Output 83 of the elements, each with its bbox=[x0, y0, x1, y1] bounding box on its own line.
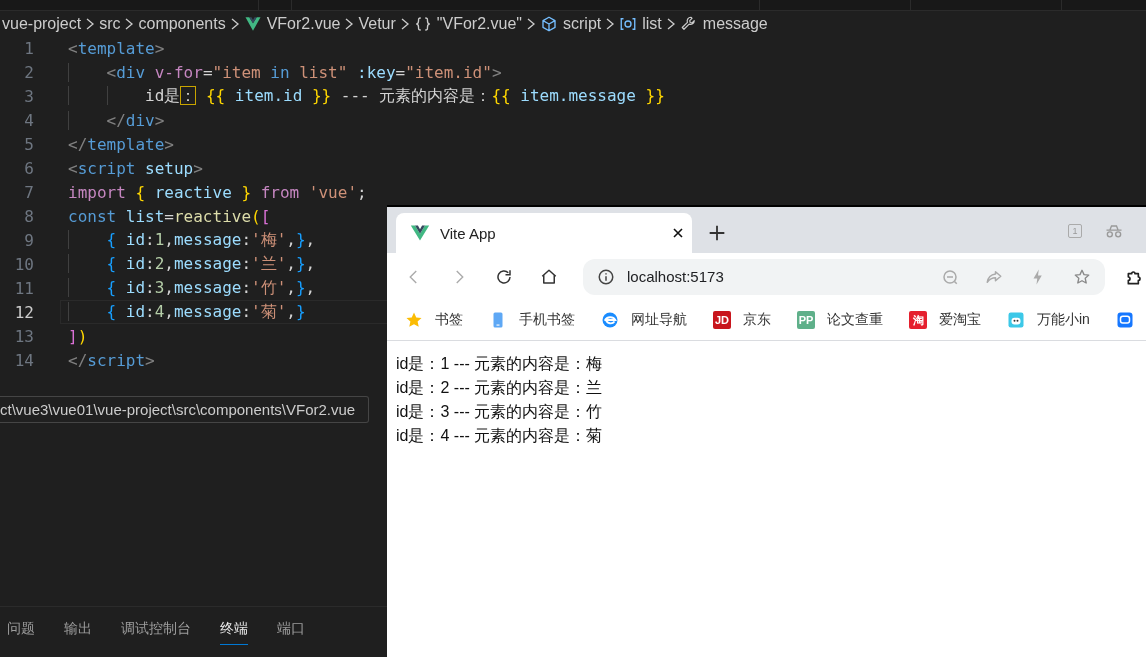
line-number: 6 bbox=[23, 158, 34, 178]
bookmark-logo: JD bbox=[713, 311, 731, 329]
star-icon bbox=[405, 311, 423, 329]
code-line: <template> bbox=[68, 38, 165, 58]
breadcrumb-item[interactable]: components bbox=[138, 14, 226, 33]
home-icon[interactable] bbox=[540, 267, 558, 286]
line-number: 2 bbox=[23, 62, 34, 82]
code-line: { id:3,message:'竹',}, bbox=[68, 277, 316, 299]
bookmark-link[interactable]: 论文查重 bbox=[827, 311, 883, 329]
code-line: </template> bbox=[68, 134, 174, 154]
line-number: 14 bbox=[13, 350, 34, 370]
bookmark-logo: PP bbox=[797, 311, 815, 329]
line-number: 10 bbox=[13, 254, 34, 274]
page-text: id是：3 --- 元素的内容是：竹 bbox=[396, 402, 604, 422]
panel-tab[interactable]: 调试控制台 bbox=[121, 607, 191, 645]
vue-logo-icon bbox=[243, 14, 262, 33]
chevron-icon bbox=[124, 17, 135, 30]
code-line: <script setup> bbox=[68, 158, 203, 178]
page-text: id是：2 --- 元素的内容是：兰 bbox=[396, 378, 604, 398]
page-text: id是：4 --- 元素的内容是：菊 bbox=[396, 426, 604, 446]
bookmark-link[interactable]: 手机书签 bbox=[519, 311, 575, 329]
line-number: 5 bbox=[23, 134, 34, 154]
line-number: 13 bbox=[13, 326, 34, 346]
cube-icon bbox=[540, 14, 558, 33]
code-line: id是： {{ item.id }} --- 元素的内容是：{{ item.message }} bbox=[68, 85, 665, 107]
zoom-out-icon[interactable] bbox=[941, 267, 959, 286]
browser-tab[interactable]: Vite App bbox=[396, 213, 692, 253]
bookmark-link[interactable]: 万能小in bbox=[1037, 311, 1090, 329]
code-line: </div> bbox=[68, 110, 165, 130]
code-line: { id:4,message:'菊',} bbox=[68, 301, 306, 323]
bookmark-link[interactable]: 书签 bbox=[435, 311, 463, 329]
bookmark-link[interactable]: 京东 bbox=[743, 311, 771, 329]
breadcrumb-item[interactable]: list bbox=[642, 14, 662, 33]
address-bar[interactable]: localhost:5173 bbox=[583, 258, 1105, 295]
code-line: const list=reactive([ bbox=[68, 206, 271, 226]
line-number: 1 bbox=[23, 38, 34, 58]
path-tooltip: ct\vue3\vue01\vue-project\src\components\VFor2.vue bbox=[0, 396, 369, 423]
code-line: <div v-for="item in list" :key="item.id"> bbox=[68, 62, 502, 82]
chevron-icon bbox=[399, 17, 410, 30]
breadcrumb-item[interactable]: Vetur bbox=[358, 14, 396, 33]
line-number: 4 bbox=[23, 110, 34, 130]
chevron-icon bbox=[229, 17, 240, 30]
tab-title: Vite App bbox=[440, 224, 497, 242]
breadcrumb-item[interactable]: "VFor2.vue" bbox=[436, 14, 522, 33]
braces-icon bbox=[413, 14, 432, 33]
wrench-icon bbox=[679, 14, 698, 33]
breadcrumb-item[interactable]: vue-project bbox=[2, 14, 82, 33]
line-number: 12 bbox=[13, 302, 34, 322]
globe-icon bbox=[601, 311, 619, 329]
breadcrumb-item[interactable]: message bbox=[702, 14, 768, 33]
panel-tab[interactable]: 终端 bbox=[220, 607, 248, 645]
address-text: localhost:5173 bbox=[627, 268, 725, 285]
chevron-icon bbox=[85, 17, 96, 30]
chevron-icon bbox=[526, 17, 536, 30]
line-number: 7 bbox=[23, 182, 34, 202]
line-number: 9 bbox=[23, 230, 34, 250]
star-icon[interactable] bbox=[1073, 267, 1091, 286]
reload-icon[interactable] bbox=[495, 267, 513, 286]
line-number: 8 bbox=[23, 206, 34, 226]
breadcrumb-item[interactable]: script bbox=[563, 14, 602, 33]
breadcrumb-item[interactable]: src bbox=[99, 14, 121, 33]
panel-tab[interactable]: 输出 bbox=[64, 607, 92, 645]
code-line: import { reactive } from 'vue'; bbox=[68, 182, 367, 202]
robot-icon bbox=[1007, 311, 1025, 329]
bookmark-logo: 淘 bbox=[909, 311, 927, 329]
panel-tab[interactable]: 问题 bbox=[7, 607, 35, 645]
code-line: ]) bbox=[68, 326, 88, 346]
code-line: { id:2,message:'兰',}, bbox=[68, 253, 316, 275]
code-line: { id:1,message:'梅',}, bbox=[68, 229, 316, 251]
chevron-icon bbox=[605, 17, 616, 30]
vue-logo-icon bbox=[410, 223, 430, 243]
code-line: </script> bbox=[68, 350, 155, 370]
bookmark-link[interactable]: 网址导航 bbox=[631, 311, 687, 329]
chevron-icon bbox=[344, 17, 355, 30]
breadcrumb-item[interactable]: VFor2.vue bbox=[266, 14, 341, 33]
bookmark-link[interactable]: 爱淘宝 bbox=[939, 311, 981, 329]
chat-icon bbox=[1115, 311, 1134, 329]
panel-tab[interactable]: 端口 bbox=[277, 607, 305, 645]
line-number: 3 bbox=[23, 86, 34, 106]
chevron-icon bbox=[665, 17, 676, 30]
page-text: id是：1 --- 元素的内容是：梅 bbox=[396, 354, 604, 374]
line-number: 11 bbox=[13, 278, 34, 298]
info-icon bbox=[597, 267, 615, 286]
